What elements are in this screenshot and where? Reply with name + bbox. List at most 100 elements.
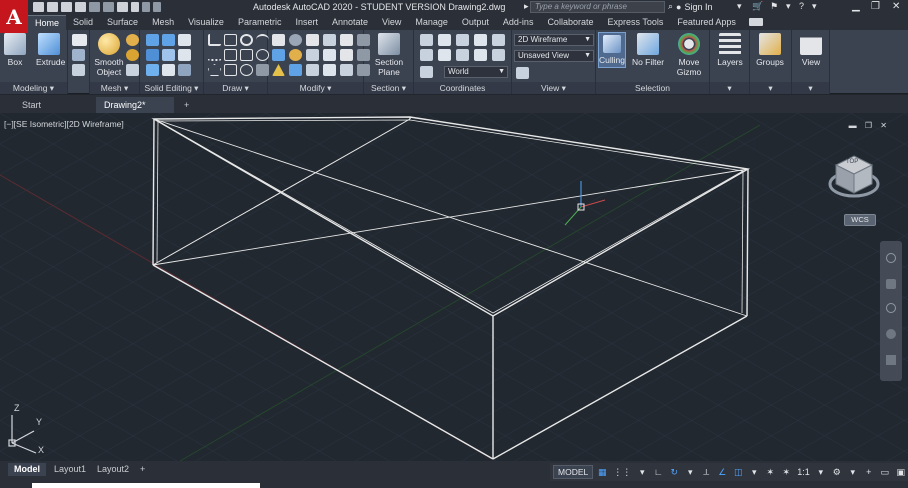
drawing-viewport[interactable]: [−][SE Isometric][2D Wireframe] ▬ ❐ ✕ Z … xyxy=(0,113,908,461)
new-file-icon[interactable] xyxy=(33,2,44,12)
model-space-canvas[interactable] xyxy=(0,113,908,461)
model-space-button[interactable]: MODEL xyxy=(553,465,594,479)
panel-label-solid-editing[interactable]: Solid Editing ▾ xyxy=(140,82,203,94)
tab-start[interactable]: Start xyxy=(14,97,92,113)
rotate-icon[interactable] xyxy=(323,34,336,46)
cloud-save-icon[interactable] xyxy=(103,2,114,12)
view-expand-icon[interactable]: ▾ xyxy=(792,82,829,94)
presspull-icon[interactable] xyxy=(72,49,85,61)
tab-drawing2[interactable]: Drawing2* xyxy=(96,97,174,113)
scale-dropdown-icon[interactable]: ▾ xyxy=(814,465,828,479)
3d-move-icon[interactable] xyxy=(272,34,285,46)
tab-insert[interactable]: Insert xyxy=(288,15,325,30)
panel-label-modify[interactable]: Modify ▾ xyxy=(268,82,363,94)
view-button[interactable]: View xyxy=(798,33,824,67)
section-plane-button[interactable]: Section Plane xyxy=(372,33,406,77)
panel-label-selection[interactable]: Selection xyxy=(596,82,709,94)
osnap-dropdown-icon[interactable]: ▾ xyxy=(747,465,761,479)
help-dropdown-icon[interactable]: ▾ xyxy=(812,1,817,12)
separate-icon[interactable] xyxy=(178,64,191,76)
tab-home[interactable]: Home xyxy=(28,15,67,30)
smooth-less-icon[interactable] xyxy=(126,49,139,61)
extract-edges-icon[interactable] xyxy=(146,64,159,76)
donut-icon[interactable] xyxy=(240,64,253,76)
object-snap-tracking-icon[interactable]: ∠ xyxy=(715,465,729,479)
viewport-controls-label[interactable]: [−][SE Isometric][2D Wireframe] xyxy=(4,119,124,129)
close-icon[interactable]: ✕ xyxy=(892,1,900,12)
ucs-world-icon[interactable] xyxy=(438,34,451,46)
tab-featured-apps[interactable]: Featured Apps xyxy=(670,15,743,30)
undo-icon[interactable] xyxy=(131,2,139,12)
zoom-icon[interactable] xyxy=(886,303,896,313)
saved-view-dropdown[interactable]: Unsaved View ▼ xyxy=(514,50,594,62)
tab-output[interactable]: Output xyxy=(455,15,496,30)
polyline-icon[interactable] xyxy=(224,34,237,46)
tab-collaborate[interactable]: Collaborate xyxy=(540,15,600,30)
3d-array-icon[interactable] xyxy=(289,64,302,76)
subtract-icon[interactable] xyxy=(162,34,175,46)
object-snap-icon[interactable]: ◫ xyxy=(731,465,745,479)
plot-icon[interactable] xyxy=(117,2,128,12)
workspace-dropdown-icon[interactable]: ▾ xyxy=(846,465,860,479)
panel-label-view[interactable]: View ▾ xyxy=(512,82,595,94)
cloud-open-icon[interactable] xyxy=(89,2,100,12)
3d-mirror-icon[interactable] xyxy=(289,49,302,61)
shell-icon[interactable] xyxy=(162,64,175,76)
extrude-button[interactable]: Extrude xyxy=(36,33,65,67)
tab-parametric[interactable]: Parametric xyxy=(231,15,289,30)
refine-mesh-icon[interactable] xyxy=(126,64,139,76)
no-filter-button[interactable]: No Filter xyxy=(630,33,666,67)
groups-expand-icon[interactable]: ▾ xyxy=(750,82,791,94)
annotation-visibility-icon[interactable]: ✶ xyxy=(763,465,777,479)
scale-icon[interactable] xyxy=(323,49,336,61)
new-tab-button[interactable]: + xyxy=(180,97,196,113)
ucs-3point-icon[interactable] xyxy=(474,49,487,61)
box-button[interactable]: Box xyxy=(4,33,26,67)
ribbon-display-toggle-icon[interactable] xyxy=(748,18,763,26)
region-icon[interactable] xyxy=(224,64,237,76)
wcs-dropdown[interactable]: WCS xyxy=(844,214,876,226)
tab-add-ins[interactable]: Add-ins xyxy=(496,15,541,30)
tab-visualize[interactable]: Visualize xyxy=(181,15,231,30)
tab-surface[interactable]: Surface xyxy=(100,15,145,30)
culling-button[interactable]: Culling xyxy=(598,32,626,68)
help-icon[interactable]: ? xyxy=(799,1,804,11)
circle-icon[interactable] xyxy=(240,34,253,46)
rectangle-icon[interactable] xyxy=(240,49,253,61)
cart-icon[interactable]: 🛒 xyxy=(752,1,763,12)
polygon-icon[interactable] xyxy=(208,64,221,76)
ucs-icon-toggle[interactable] xyxy=(420,66,433,78)
viewport-config-icon[interactable] xyxy=(516,67,529,79)
search-icon[interactable]: ⌕ xyxy=(668,1,673,12)
annotation-monitor-icon[interactable]: + xyxy=(862,465,876,479)
slice-icon[interactable] xyxy=(178,34,191,46)
sign-in-button[interactable]: ● Sign In xyxy=(676,2,712,12)
revolve-icon[interactable] xyxy=(72,64,85,76)
isodraft-icon[interactable]: ⟂ xyxy=(699,465,713,479)
layers-button[interactable]: Layers xyxy=(716,33,744,67)
tab-express-tools[interactable]: Express Tools xyxy=(600,15,670,30)
spline-icon[interactable] xyxy=(208,49,221,61)
chevron-right-icon[interactable]: ▸ xyxy=(524,1,529,12)
ucs-face-icon[interactable] xyxy=(474,34,487,46)
intersect-icon[interactable] xyxy=(146,49,159,61)
smooth-more-icon[interactable] xyxy=(126,34,139,46)
ucs-origin-icon[interactable] xyxy=(438,49,451,61)
save-icon[interactable] xyxy=(61,2,72,12)
annotation-scale[interactable]: 1:1 xyxy=(795,465,812,479)
user-settings-icon[interactable]: ▾ xyxy=(786,1,791,12)
ucs-object-icon[interactable] xyxy=(492,34,505,46)
panel-label-mesh[interactable]: Mesh ▾ xyxy=(90,82,139,94)
tab-solid[interactable]: Solid xyxy=(66,15,100,30)
navigation-bar[interactable] xyxy=(880,241,902,381)
3d-align-icon[interactable] xyxy=(272,49,285,61)
qat-dropdown-icon[interactable] xyxy=(153,2,161,12)
layers-expand-icon[interactable]: ▾ xyxy=(710,82,749,94)
clean-screen-icon[interactable]: ▣ xyxy=(894,465,908,479)
copy-icon[interactable] xyxy=(306,49,319,61)
tab-layout2[interactable]: Layout2 xyxy=(91,463,135,476)
ucs-icon[interactable] xyxy=(420,34,433,46)
ucs-zaxis-icon[interactable] xyxy=(456,49,469,61)
application-menu-button[interactable]: A xyxy=(0,0,28,33)
tab-model[interactable]: Model xyxy=(8,463,46,476)
